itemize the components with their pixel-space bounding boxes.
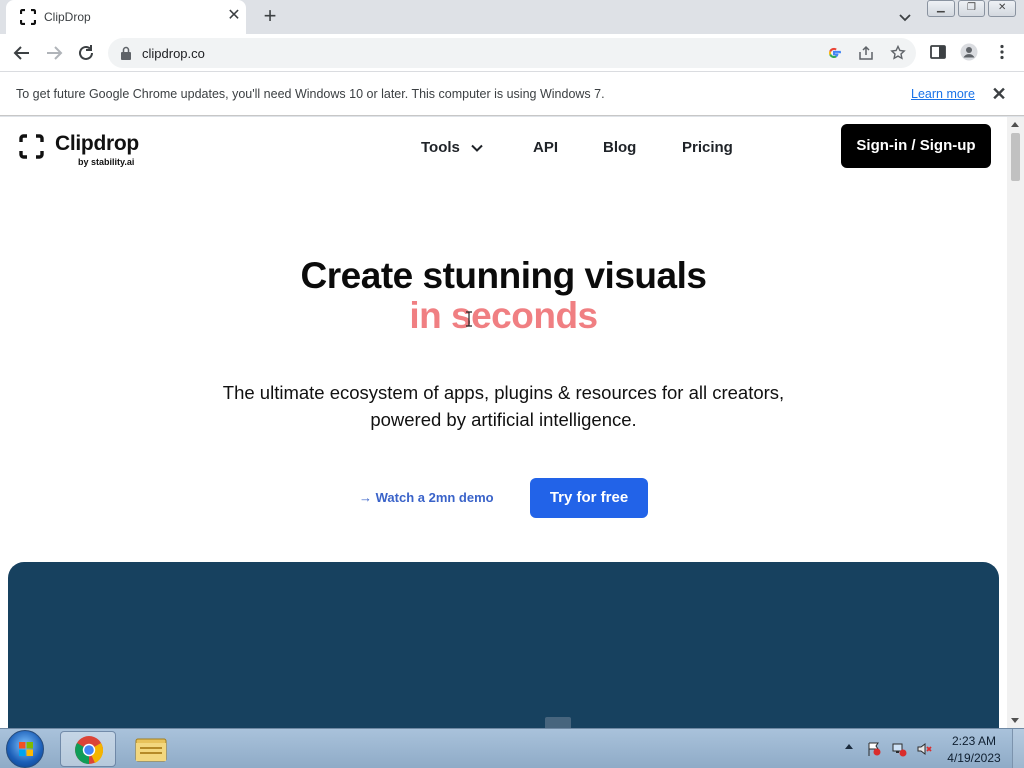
nav-api[interactable]: API <box>533 139 558 156</box>
volume-muted-icon[interactable] <box>916 741 932 757</box>
minimize-button[interactable]: ▁ <box>927 0 955 17</box>
learn-more-link[interactable]: Learn more <box>911 87 975 101</box>
text-cursor-icon <box>466 311 472 327</box>
close-icon[interactable]: ✕ <box>990 85 1008 103</box>
forward-arrow-icon[interactable] <box>42 41 66 65</box>
reload-icon[interactable] <box>74 41 98 65</box>
clipdrop-mark-icon <box>19 134 44 159</box>
windows-taskbar: 2:23 AM 4/19/2023 <box>0 728 1024 768</box>
share-icon[interactable] <box>858 45 874 61</box>
nav-pricing[interactable]: Pricing <box>682 139 733 156</box>
page-viewport: Clipdrop by stability.ai Tools API Blog … <box>0 117 1024 728</box>
hero-image-fragment <box>545 717 571 728</box>
clipdrop-logo-icon <box>20 9 36 25</box>
side-panel-icon[interactable] <box>929 43 947 61</box>
chrome-icon <box>75 736 104 764</box>
window-controls: ▁ ❐ ✕ <box>927 0 1019 18</box>
hero-headline: Create stunning visuals <box>300 255 707 296</box>
tab-clipdrop[interactable]: ClipDrop ✕ <box>6 0 246 34</box>
google-icon[interactable] <box>826 45 842 61</box>
nav-tools[interactable]: Tools <box>421 139 460 156</box>
close-window-button[interactable]: ✕ <box>988 0 1017 17</box>
page-scrollbar[interactable] <box>1007 117 1024 728</box>
browser-toolbar: clipdrop.co <box>0 34 1024 71</box>
hero-subtitle-line1: The ultimate ecosystem of apps, plugins … <box>222 382 785 403</box>
flag-icon[interactable] <box>866 741 882 757</box>
try-for-free-button[interactable]: Try for free <box>530 478 648 518</box>
hero-headline-accent: in seconds <box>409 295 598 336</box>
watch-demo-link[interactable]: → Watch a 2mn demo <box>359 490 494 505</box>
clock-time[interactable]: 2:23 AM <box>944 734 1004 748</box>
back-arrow-icon[interactable] <box>10 41 34 65</box>
taskbar-chrome[interactable] <box>60 731 116 767</box>
chevron-down-icon[interactable] <box>896 8 914 26</box>
chevron-down-icon[interactable] <box>470 141 484 155</box>
show-hidden-icons-icon[interactable] <box>845 744 853 749</box>
lock-icon[interactable] <box>120 46 132 60</box>
new-tab-button[interactable]: + <box>259 5 281 27</box>
clipdrop-logo[interactable]: Clipdrop by stability.ai <box>19 132 159 174</box>
show-desktop-button[interactable] <box>1012 729 1024 768</box>
tab-strip: ClipDrop ✕ + ▁ ❐ ✕ <box>0 0 1024 34</box>
tab-title: ClipDrop <box>44 10 91 24</box>
network-icon[interactable] <box>891 741 907 757</box>
hero-media-panel <box>8 562 999 728</box>
infobar-message: To get future Google Chrome updates, you… <box>16 87 605 101</box>
profile-avatar-icon[interactable] <box>960 43 978 61</box>
url-text[interactable]: clipdrop.co <box>142 46 205 61</box>
taskbar-file-explorer[interactable] <box>124 731 180 767</box>
nav-blog[interactable]: Blog <box>603 139 636 156</box>
kebab-menu-icon[interactable] <box>993 43 1011 61</box>
logo-wordmark: Clipdrop <box>55 132 139 155</box>
restore-button[interactable]: ❐ <box>957 0 986 17</box>
windows-logo-icon <box>19 742 33 756</box>
hero-subtitle-line2: powered by artificial intelligence. <box>370 409 637 430</box>
scroll-thumb[interactable] <box>1011 133 1020 181</box>
logo-byline: by stability.ai <box>78 157 135 167</box>
update-infobar: To get future Google Chrome updates, you… <box>0 71 1024 116</box>
address-bar[interactable]: clipdrop.co <box>108 38 916 68</box>
file-explorer-icon <box>135 738 167 762</box>
signin-button[interactable]: Sign-in / Sign-up <box>841 124 991 168</box>
start-button[interactable] <box>6 730 44 768</box>
bookmark-star-icon[interactable] <box>890 45 906 61</box>
scroll-down-arrow-icon[interactable] <box>1011 718 1019 723</box>
clock-date[interactable]: 4/19/2023 <box>944 751 1004 765</box>
scroll-up-arrow-icon[interactable] <box>1011 122 1019 127</box>
close-tab-icon[interactable]: ✕ <box>224 6 244 26</box>
